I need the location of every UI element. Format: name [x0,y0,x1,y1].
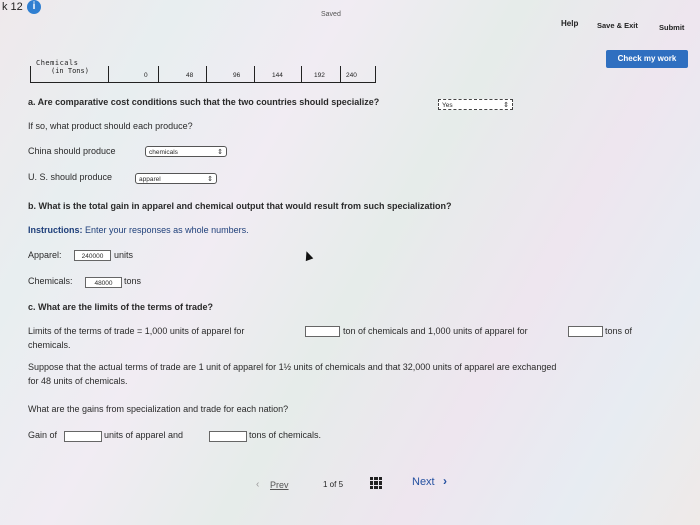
table-divider [254,66,255,82]
limits-text-1: Limits of the terms of trade = 1,000 uni… [28,326,245,336]
table-cell: 144 [272,72,283,79]
suppose-text-1: Suppose that the actual terms of trade a… [28,362,557,372]
chemicals-input[interactable]: 48000 [85,277,122,288]
gain-of-label: Gain of [28,430,58,440]
select-arrows-icon: ⇕ [503,102,509,109]
table-row-unit: (in Tons) [51,67,89,75]
table-divider [340,66,341,82]
table-cell: 96 [233,72,241,79]
table-cell: 48 [186,72,194,79]
submit-button[interactable]: Submit [659,23,684,32]
limit-chemicals-input-1[interactable] [305,326,340,337]
suppose-text-2: for 48 units of chemicals. [28,376,128,386]
specialize-select-value: Yes [442,102,453,109]
select-arrows-icon: ⇕ [217,149,223,156]
china-select-value: chemicals [149,149,178,156]
saved-status: Saved [321,11,341,18]
limits-text-3: tons of [605,326,633,336]
limits-text-4: chemicals. [28,340,71,350]
table-cell: 192 [314,72,325,79]
limit-chemicals-input-2[interactable] [568,326,603,337]
instructions-text: Enter your responses as whole numbers. [85,225,249,235]
us-select[interactable]: apparel ⇕ [135,173,217,184]
table-cell: 240 [346,72,357,79]
table-divider [108,66,109,82]
table-divider [301,66,302,82]
prev-button[interactable]: Prev [270,480,289,490]
us-select-value: apparel [139,176,161,183]
instructions-label: Instructions: [28,225,83,235]
question-number: k 12 [2,1,23,13]
select-arrows-icon: ⇕ [207,176,213,183]
china-label: China should produce [28,146,116,156]
check-my-work-button[interactable]: Check my work [606,50,688,68]
us-label: U. S. should produce [28,172,113,182]
info-icon[interactable]: i [27,0,41,14]
apparel-input[interactable]: 240000 [74,250,111,261]
part-a-text: a. Are comparative cost conditions such … [28,97,380,107]
prev-chevron-icon[interactable]: ‹ [256,479,259,490]
table-bottom-rule [30,82,376,83]
units-apparel-and-label: units of apparel and [104,430,184,440]
chemicals-label: Chemicals: [28,276,73,286]
gains-question: What are the gains from specialization a… [28,404,289,414]
grid-view-icon[interactable] [370,477,382,489]
apparel-label: Apparel: [28,250,62,260]
table-divider [206,66,207,82]
table-divider [375,66,376,82]
limits-text-2: ton of chemicals and 1,000 units of appa… [343,326,528,336]
next-chevron-icon[interactable]: › [443,474,447,488]
table-row-label: Chemicals [36,59,79,67]
mouse-cursor-icon [302,249,314,262]
save-exit-button[interactable]: Save & Exit [597,21,638,30]
gain-apparel-input[interactable] [64,431,102,442]
followup-text: If so, what product should each produce? [28,121,193,131]
table-divider [30,66,31,82]
part-a-question: a. Are comparative cost conditions such … [28,97,379,107]
gain-chemicals-input[interactable] [209,431,247,442]
table-cell: 0 [144,72,148,79]
apparel-unit: units [114,250,134,260]
instructions: Instructions: Enter your responses as wh… [28,225,249,235]
page-indicator: 1 of 5 [323,480,344,489]
tons-chemicals-label: tons of chemicals. [249,430,322,440]
china-select[interactable]: chemicals ⇕ [145,146,227,157]
table-divider [158,66,159,82]
part-b-question: b. What is the total gain in apparel and… [28,201,452,211]
specialize-select[interactable]: Yes ⇕ [438,99,513,110]
top-bar [0,0,700,48]
part-c-question: c. What are the limits of the terms of t… [28,302,214,312]
help-button[interactable]: Help [561,19,578,28]
chemicals-unit: tons [124,276,142,286]
next-button[interactable]: Next [412,476,435,488]
